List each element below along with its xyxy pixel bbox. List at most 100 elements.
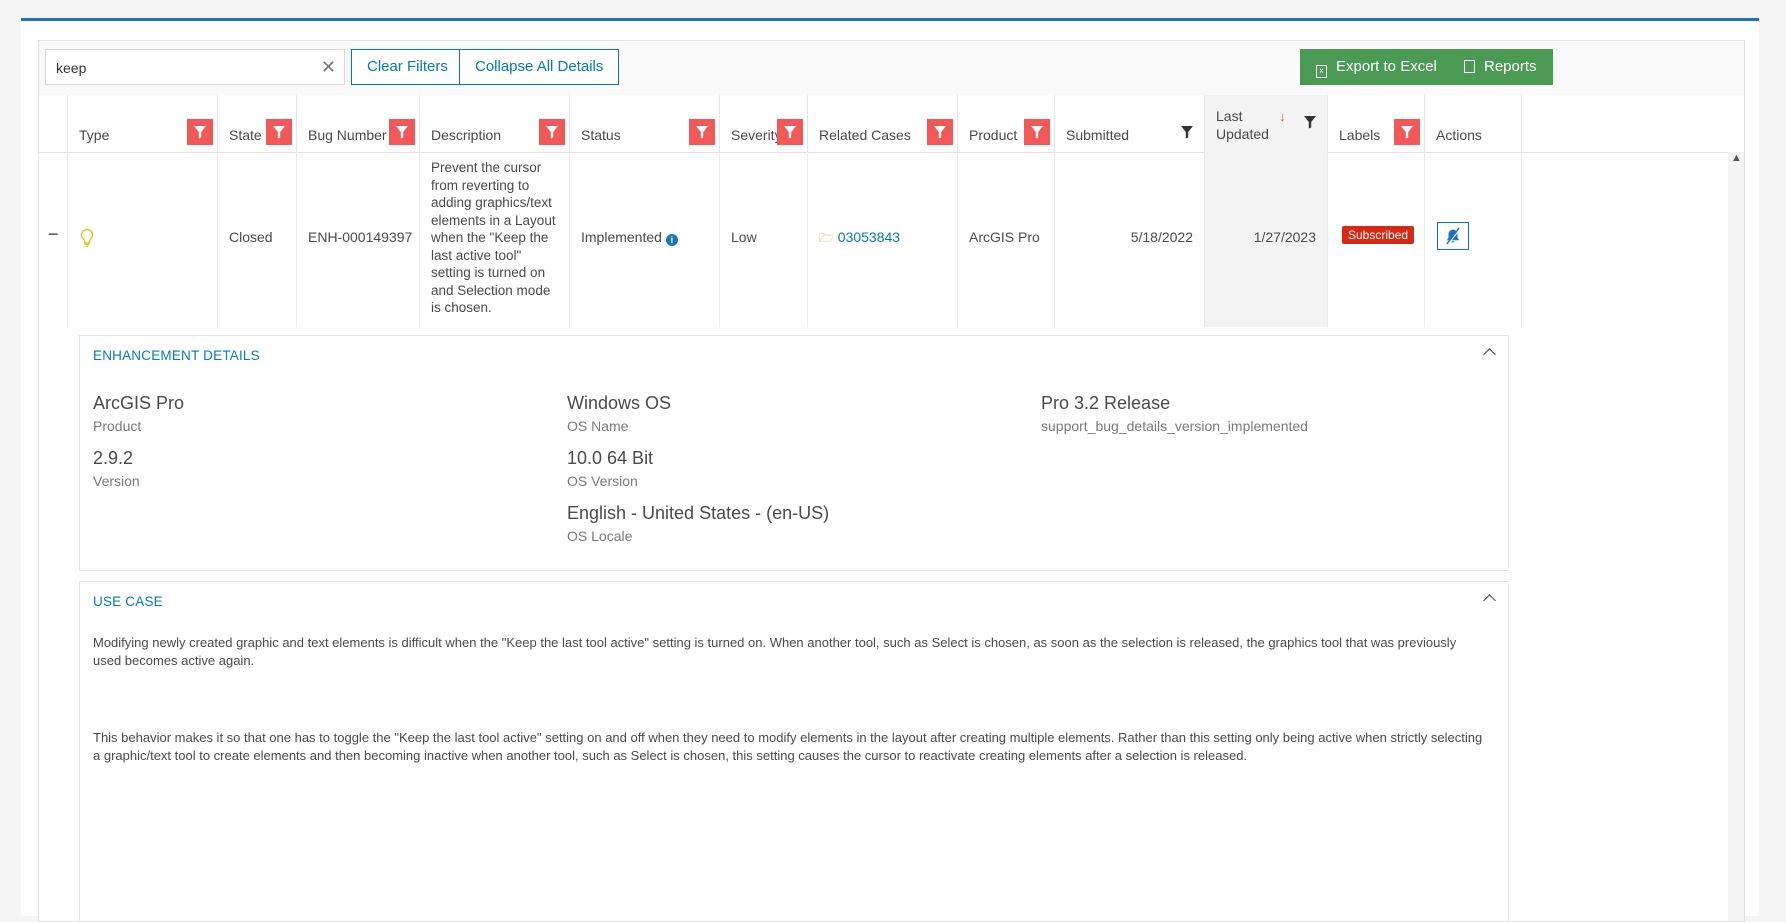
- release-value: Pro 3.2 Release: [1041, 393, 1171, 413]
- col-related-cases[interactable]: Related Cases: [808, 95, 958, 152]
- col-submitted-label: Submitted: [1066, 127, 1130, 143]
- collapse-row-button[interactable]: −: [48, 224, 59, 245]
- enhancement-details-title: ENHANCEMENT DETAILS: [93, 348, 260, 363]
- last-updated-cell: 1/27/2023: [1205, 152, 1328, 327]
- product-cell: ArcGIS Pro: [958, 152, 1055, 327]
- product-detail-value: ArcGIS Pro: [93, 393, 185, 413]
- col-actions: Actions: [1425, 95, 1522, 152]
- col-product-label: Product: [969, 127, 1018, 143]
- filter-icon[interactable]: [777, 119, 803, 145]
- os-locale-label: OS Locale: [567, 528, 633, 544]
- type-cell: [68, 152, 218, 327]
- related-case-link[interactable]: 03053843: [838, 229, 900, 245]
- chevron-up-icon[interactable]: [1483, 348, 1496, 361]
- actions-cell: [1425, 152, 1522, 327]
- use-case-card: USE CASE Modifying newly created graphic…: [79, 581, 1509, 921]
- status-value: Implemented: [581, 229, 662, 245]
- release-label: support_bug_details_version_implemented: [1041, 418, 1308, 434]
- status-wrap: Implemented i: [581, 229, 678, 246]
- close-icon[interactable]: ✕: [321, 57, 336, 78]
- col-last-updated[interactable]: Last Updated ↓: [1205, 95, 1328, 152]
- description-cell: Prevent the cursor from reverting to add…: [420, 152, 570, 327]
- vertical-scrollbar[interactable]: ▲: [1728, 152, 1744, 921]
- table-row: − Closed ENH-000149397 Prevent the curso…: [39, 152, 1744, 327]
- filter-icon[interactable]: [389, 119, 415, 145]
- col-expand: [39, 95, 68, 152]
- os-version-detail: 10.0 64 Bit OS Version: [567, 448, 653, 489]
- product-detail-label: Product: [93, 418, 142, 434]
- col-description-label: Description: [431, 127, 502, 143]
- release-detail: Pro 3.2 Release support_bug_details_vers…: [1041, 393, 1308, 434]
- submitted-value: 5/18/2022: [1130, 229, 1193, 245]
- filter-icon[interactable]: [1394, 119, 1420, 145]
- filter-icon[interactable]: [1297, 109, 1323, 135]
- col-related-cases-label: Related Cases: [819, 127, 911, 143]
- col-type[interactable]: Type: [68, 95, 218, 152]
- product-detail: ArcGIS Pro Product: [93, 393, 184, 434]
- status-cell: Implemented i: [570, 152, 720, 327]
- table-header: Type State Bug Number Description Status…: [39, 95, 1744, 153]
- col-labels[interactable]: Labels: [1328, 95, 1425, 152]
- os-name-label: OS Name: [567, 418, 629, 434]
- os-version-value: 10.0 64 Bit: [567, 448, 654, 468]
- filter-icon[interactable]: [539, 119, 565, 145]
- scroll-up-icon[interactable]: ▲: [1731, 152, 1742, 164]
- bug-number-cell: ENH-000149397: [297, 152, 420, 327]
- clear-filters-button[interactable]: Clear Filters: [351, 49, 464, 85]
- col-severity[interactable]: Severity: [720, 95, 808, 152]
- col-description[interactable]: Description: [420, 95, 570, 152]
- col-bug-number[interactable]: Bug Number: [297, 95, 420, 152]
- grid-toolbar: ✕ Clear Filters Collapse All Details x Ex…: [39, 41, 1744, 96]
- product-value: ArcGIS Pro: [969, 229, 1040, 245]
- use-case-title: USE CASE: [93, 594, 163, 609]
- col-labels-label: Labels: [1339, 127, 1381, 143]
- col-state[interactable]: State: [218, 95, 297, 152]
- col-submitted[interactable]: Submitted: [1055, 95, 1205, 152]
- col-status[interactable]: Status: [570, 95, 720, 152]
- info-icon[interactable]: i: [665, 234, 678, 246]
- enhancement-details-card: ENHANCEMENT DETAILS ArcGIS Pro Product 2…: [79, 335, 1509, 571]
- reports-button[interactable]: Reports: [1448, 49, 1553, 85]
- col-bug-number-label: Bug Number: [308, 127, 387, 143]
- os-locale-value: English - United States - (en-US): [567, 503, 830, 523]
- search-box: ✕: [45, 49, 345, 86]
- export-excel-button[interactable]: x Export to Excel: [1300, 49, 1453, 85]
- col-status-label: Status: [581, 127, 621, 143]
- excel-icon: x: [1316, 65, 1327, 78]
- filter-icon[interactable]: [1174, 119, 1200, 145]
- chevron-up-icon[interactable]: [1483, 594, 1496, 607]
- col-last-updated-line2: Updated: [1216, 126, 1269, 142]
- col-product[interactable]: Product: [958, 95, 1055, 152]
- labels-cell: Subscribed: [1328, 152, 1425, 327]
- bug-number-value: ENH-000149397: [308, 229, 413, 245]
- severity-cell: Low: [720, 152, 808, 327]
- filter-icon[interactable]: [689, 119, 715, 145]
- use-case-paragraph-2: This behavior makes it so that one has t…: [93, 730, 1483, 763]
- report-icon: [1464, 60, 1475, 73]
- col-last-updated-line1: Last: [1216, 108, 1243, 124]
- col-actions-label: Actions: [1436, 127, 1482, 143]
- collapse-all-button[interactable]: Collapse All Details: [459, 49, 620, 85]
- sort-descending-icon[interactable]: ↓: [1279, 109, 1286, 124]
- export-label: Export to Excel: [1336, 58, 1437, 75]
- filter-icon[interactable]: [187, 119, 213, 145]
- bell-off-icon: [1446, 227, 1461, 245]
- version-detail: 2.9.2 Version: [93, 448, 140, 489]
- subscribed-badge: Subscribed: [1342, 226, 1415, 244]
- col-state-label: State: [229, 127, 262, 143]
- col-severity-label: Severity: [731, 127, 782, 143]
- col-type-label: Type: [79, 127, 110, 143]
- unsubscribe-button[interactable]: [1437, 222, 1469, 250]
- main-panel: ✕ Clear Filters Collapse All Details x Ex…: [21, 18, 1759, 922]
- version-detail-value: 2.9.2: [93, 448, 134, 468]
- bug-grid: ✕ Clear Filters Collapse All Details x Ex…: [38, 40, 1745, 922]
- os-name-value: Windows OS: [567, 393, 672, 413]
- filter-icon[interactable]: [266, 119, 292, 145]
- search-input[interactable]: [54, 50, 318, 86]
- filter-icon[interactable]: [1024, 119, 1050, 145]
- os-version-label: OS Version: [567, 473, 638, 489]
- version-detail-label: Version: [93, 473, 140, 489]
- os-name-detail: Windows OS OS Name: [567, 393, 671, 434]
- lightbulb-icon: [79, 228, 95, 251]
- filter-icon[interactable]: [927, 119, 953, 145]
